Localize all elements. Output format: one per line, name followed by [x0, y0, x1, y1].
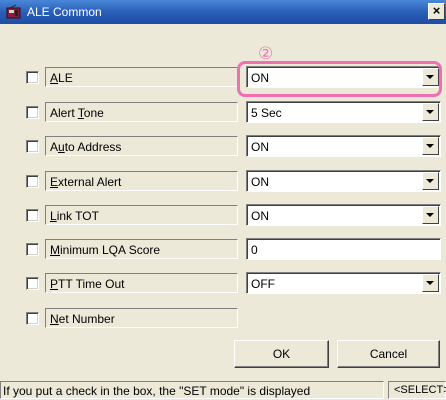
- minimum-lqa-score-checkbox[interactable]: [26, 243, 39, 256]
- link-tot-value: ON: [251, 209, 269, 223]
- link-tot-checkbox[interactable]: [26, 209, 39, 222]
- ptt-time-out-label-box: PTT Time Out: [45, 273, 238, 293]
- alert-tone-label: Alert Tone: [50, 106, 104, 120]
- alert-tone-checkbox[interactable]: [26, 106, 39, 119]
- external-alert-label: External Alert: [50, 175, 122, 189]
- window-title: ALE Common: [27, 5, 102, 19]
- external-alert-select[interactable]: ON: [246, 170, 441, 192]
- ok-button[interactable]: OK: [234, 340, 329, 368]
- ale-label: ALE: [50, 71, 73, 85]
- setting-row-external-alert: External Alert ON: [0, 170, 446, 194]
- alert-tone-select[interactable]: 5 Sec: [246, 101, 441, 123]
- external-alert-checkbox[interactable]: [26, 175, 39, 188]
- setting-row-net-number: Net Number: [0, 307, 446, 331]
- ptt-time-out-value: OFF: [251, 277, 275, 291]
- chevron-down-icon[interactable]: [422, 137, 439, 155]
- setting-row-ptt-time-out: PTT Time Out OFF: [0, 272, 446, 296]
- status-message: If you put a check in the box, the "SET …: [3, 384, 311, 398]
- radio-app-icon: [6, 4, 21, 19]
- minimum-lqa-score-value: 0: [251, 243, 258, 257]
- minimum-lqa-score-input[interactable]: 0: [246, 238, 441, 260]
- net-number-label-box: Net Number: [45, 308, 238, 328]
- auto-address-label-box: Auto Address: [45, 136, 238, 156]
- link-tot-label-box: Link TOT: [45, 205, 238, 225]
- annotation-highlight: [237, 61, 442, 97]
- status-bar: If you put a check in the box, the "SET …: [0, 380, 446, 400]
- ptt-time-out-select[interactable]: OFF: [246, 272, 441, 294]
- setting-row-alert-tone: Alert Tone 5 Sec: [0, 101, 446, 125]
- chevron-down-icon[interactable]: [422, 172, 439, 190]
- status-mode-panel: <SELECT>: [388, 381, 446, 399]
- ale-label-box: ALE: [45, 67, 238, 87]
- auto-address-select[interactable]: ON: [246, 135, 441, 157]
- chevron-down-icon[interactable]: [422, 274, 439, 292]
- chevron-down-icon[interactable]: [422, 206, 439, 224]
- title-bar: ALE Common ×: [0, 0, 446, 24]
- net-number-label: Net Number: [50, 312, 115, 326]
- setting-row-minimum-lqa-score: Minimum LQA Score 0: [0, 238, 446, 262]
- alert-tone-label-box: Alert Tone: [45, 102, 238, 122]
- status-message-panel: If you put a check in the box, the "SET …: [0, 381, 384, 399]
- cancel-button[interactable]: Cancel: [337, 340, 440, 368]
- setting-row-auto-address: Auto Address ON: [0, 135, 446, 159]
- external-alert-label-box: External Alert: [45, 171, 238, 191]
- auto-address-value: ON: [251, 140, 269, 154]
- minimum-lqa-score-label-box: Minimum LQA Score: [45, 239, 238, 259]
- ptt-time-out-label: PTT Time Out: [50, 277, 125, 291]
- external-alert-value: ON: [251, 175, 269, 189]
- ptt-time-out-checkbox[interactable]: [26, 277, 39, 290]
- link-tot-select[interactable]: ON: [246, 204, 441, 226]
- auto-address-checkbox[interactable]: [26, 140, 39, 153]
- status-mode: <SELECT>: [394, 384, 446, 396]
- chevron-down-icon[interactable]: [422, 103, 439, 121]
- net-number-checkbox[interactable]: [26, 312, 39, 325]
- auto-address-label: Auto Address: [50, 140, 122, 154]
- setting-row-link-tot: Link TOT ON: [0, 204, 446, 228]
- link-tot-label: Link TOT: [50, 209, 99, 223]
- alert-tone-value: 5 Sec: [251, 106, 282, 120]
- ale-checkbox[interactable]: [26, 71, 39, 84]
- minimum-lqa-score-label: Minimum LQA Score: [50, 243, 161, 257]
- close-icon[interactable]: ×: [428, 3, 445, 20]
